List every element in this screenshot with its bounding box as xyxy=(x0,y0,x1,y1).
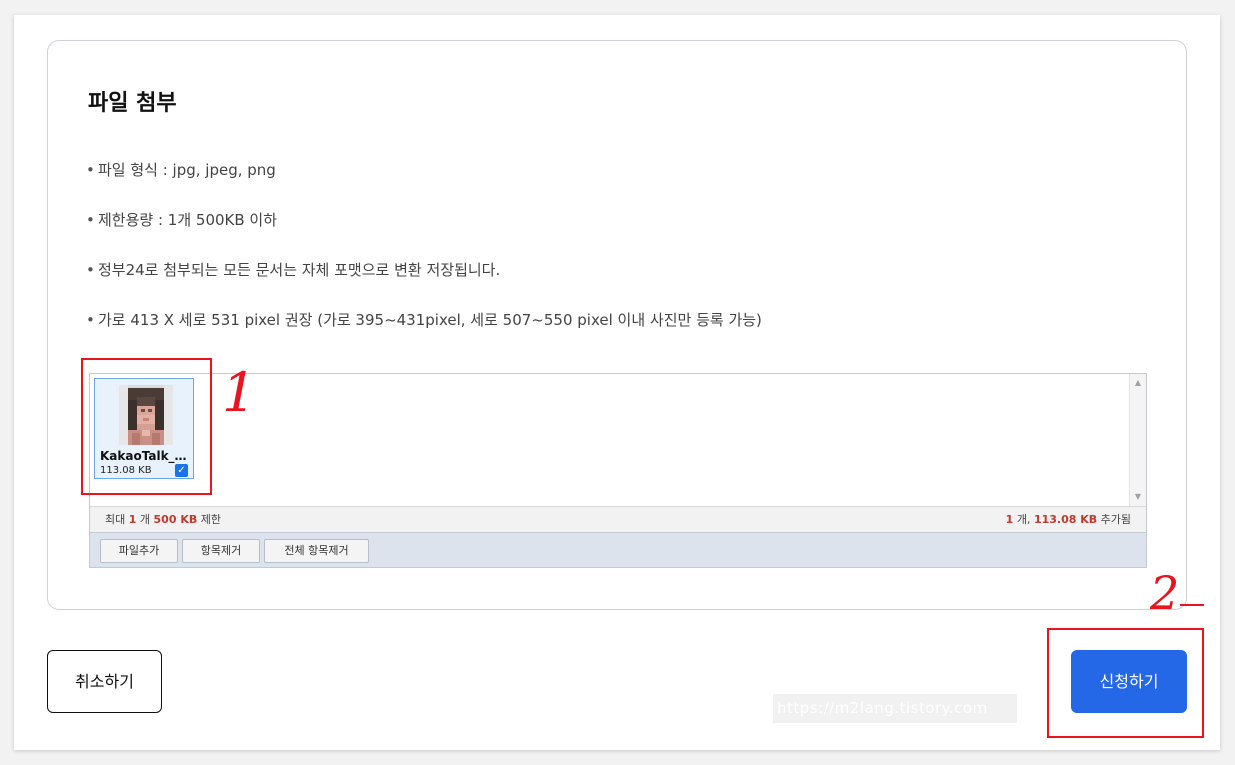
uploader-toolbar: 파일추가 항목제거 전체 항목제거 xyxy=(90,532,1146,567)
upload-added-text: 1 개, 113.08 KB 추가됨 xyxy=(1005,513,1131,526)
bullet-icon: • xyxy=(86,261,95,279)
cancel-button[interactable]: 취소하기 xyxy=(47,650,162,713)
file-attachment-card: 파일 첨부 • 파일 형식 : jpg, jpeg, png • 제한용량 : 1개… xyxy=(47,40,1187,610)
annotation-box-1 xyxy=(81,358,212,495)
list-item: • 제한용량 : 1개 500KB 이하 xyxy=(86,211,278,229)
scroll-down-icon[interactable]: ▼ xyxy=(1130,490,1146,504)
annotation-underline-2 xyxy=(1180,604,1204,606)
remove-item-button[interactable]: 항목제거 xyxy=(182,539,260,563)
remove-all-button[interactable]: 전체 항목제거 xyxy=(264,539,369,563)
list-item: • 가로 413 X 세로 531 pixel 권장 (가로 395~431pix… xyxy=(86,311,762,329)
card-title: 파일 첨부 xyxy=(88,91,177,116)
list-item: • 파일 형식 : jpg, jpeg, png xyxy=(86,161,276,179)
scroll-up-icon[interactable]: ▲ xyxy=(1130,376,1146,390)
annotation-label-1: 1 xyxy=(222,361,257,424)
annotation-label-2: 2 xyxy=(1150,566,1180,620)
list-item: • 정부24로 첨부되는 모든 문서는 자체 포맷으로 변환 저장됩니다. xyxy=(86,261,501,279)
upload-status-bar: 최대 1 개 500 KB 제한 1 개, 113.08 KB 추가됨 xyxy=(90,506,1146,532)
watermark: https://m2lang.tistory.com xyxy=(773,694,1017,723)
add-file-button[interactable]: 파일추가 xyxy=(100,539,178,563)
annotation-box-2 xyxy=(1047,628,1204,738)
upload-limit-text: 최대 1 개 500 KB 제한 xyxy=(105,513,221,526)
vertical-scrollbar[interactable]: ▲ ▼ xyxy=(1129,374,1146,506)
bullet-icon: • xyxy=(86,161,95,179)
bullet-icon: • xyxy=(86,311,95,329)
bullet-icon: • xyxy=(86,211,95,229)
